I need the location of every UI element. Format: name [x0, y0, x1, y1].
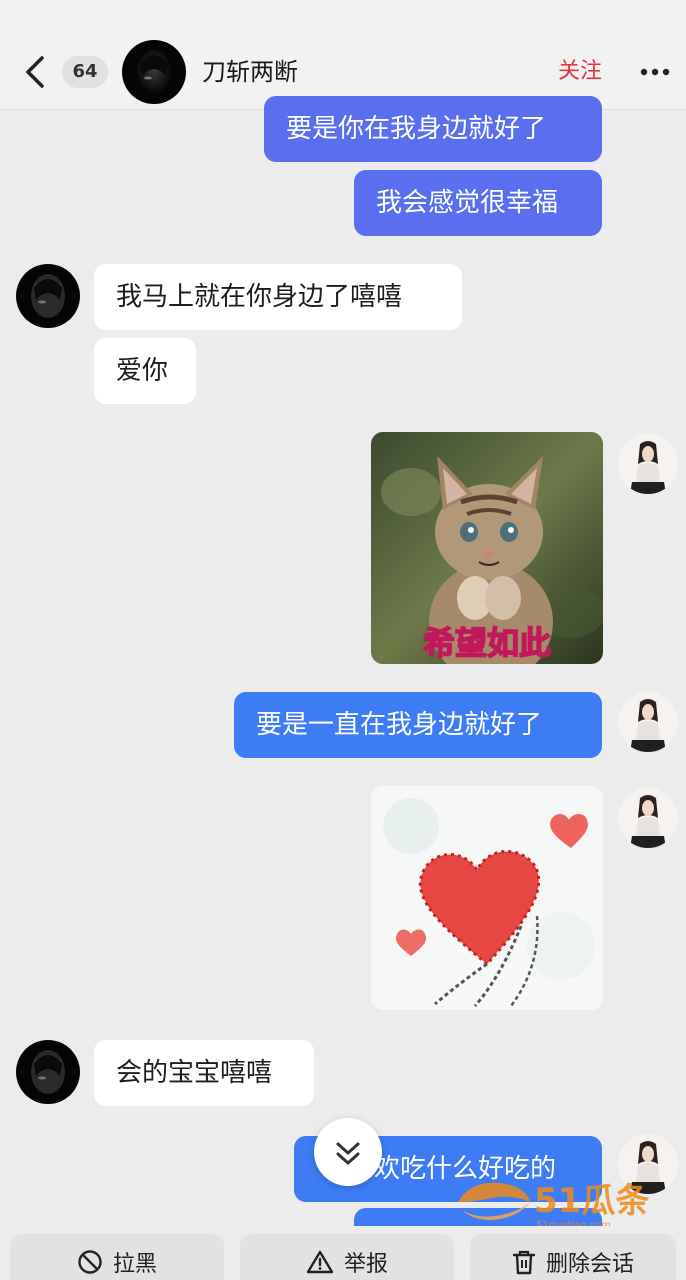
report-button[interactable]: 举报 [240, 1234, 454, 1280]
message-bubble-sent[interactable]: 要是一直在我身边就好了 [234, 692, 602, 758]
scroll-to-bottom-button[interactable] [314, 1118, 382, 1186]
double-chevron-down-icon [336, 1142, 360, 1165]
block-label: 拉黑 [112, 1252, 157, 1277]
warning-icon [306, 1250, 334, 1274]
more-dots-icon [640, 68, 670, 76]
contact-avatar[interactable] [16, 1040, 80, 1104]
block-button[interactable]: 拉黑 [10, 1234, 224, 1280]
message-bubble-received[interactable]: 爱你 [94, 338, 196, 404]
delete-conversation-button[interactable]: 删除会话 [470, 1234, 676, 1280]
message-bubble-received[interactable]: 我马上就在你身边了嘻嘻 [94, 264, 462, 330]
self-avatar[interactable] [618, 788, 678, 848]
sticker-image-kitten[interactable]: 希望如此 [371, 432, 603, 664]
self-avatar[interactable] [618, 434, 678, 494]
chat-header: 64 刀斩两断 关注 [0, 0, 686, 110]
bottom-action-bar: 拉黑 举报 删除会话 [0, 1226, 686, 1280]
back-button[interactable] [20, 52, 52, 92]
self-avatar[interactable] [618, 692, 678, 752]
watermark-text: 51瓜条 [534, 1181, 649, 1221]
contact-avatar[interactable] [16, 264, 80, 328]
report-label: 举报 [343, 1252, 388, 1277]
follow-button[interactable]: 关注 [550, 56, 610, 88]
message-bubble-received[interactable]: 会的宝宝嘻嘻 [94, 1040, 314, 1106]
unread-count-badge: 64 [62, 56, 108, 88]
sticker-caption: 希望如此 [423, 624, 551, 662]
trash-icon [512, 1250, 536, 1275]
contact-avatar[interactable] [122, 40, 186, 104]
delete-label: 删除会话 [545, 1252, 634, 1277]
chevron-left-icon [26, 56, 44, 88]
contact-name: 刀斩两断 [202, 58, 298, 86]
message-bubble-sent[interactable]: 要是你在我身边就好了 [264, 96, 602, 162]
message-bubble-sent[interactable]: 我会感觉很幸福 [354, 170, 602, 236]
watermark-logo: 51瓜条 51guatiao.com [452, 1172, 662, 1234]
more-options-button[interactable] [636, 60, 676, 84]
block-icon [78, 1250, 102, 1274]
sticker-image-hearts[interactable] [371, 786, 603, 1010]
